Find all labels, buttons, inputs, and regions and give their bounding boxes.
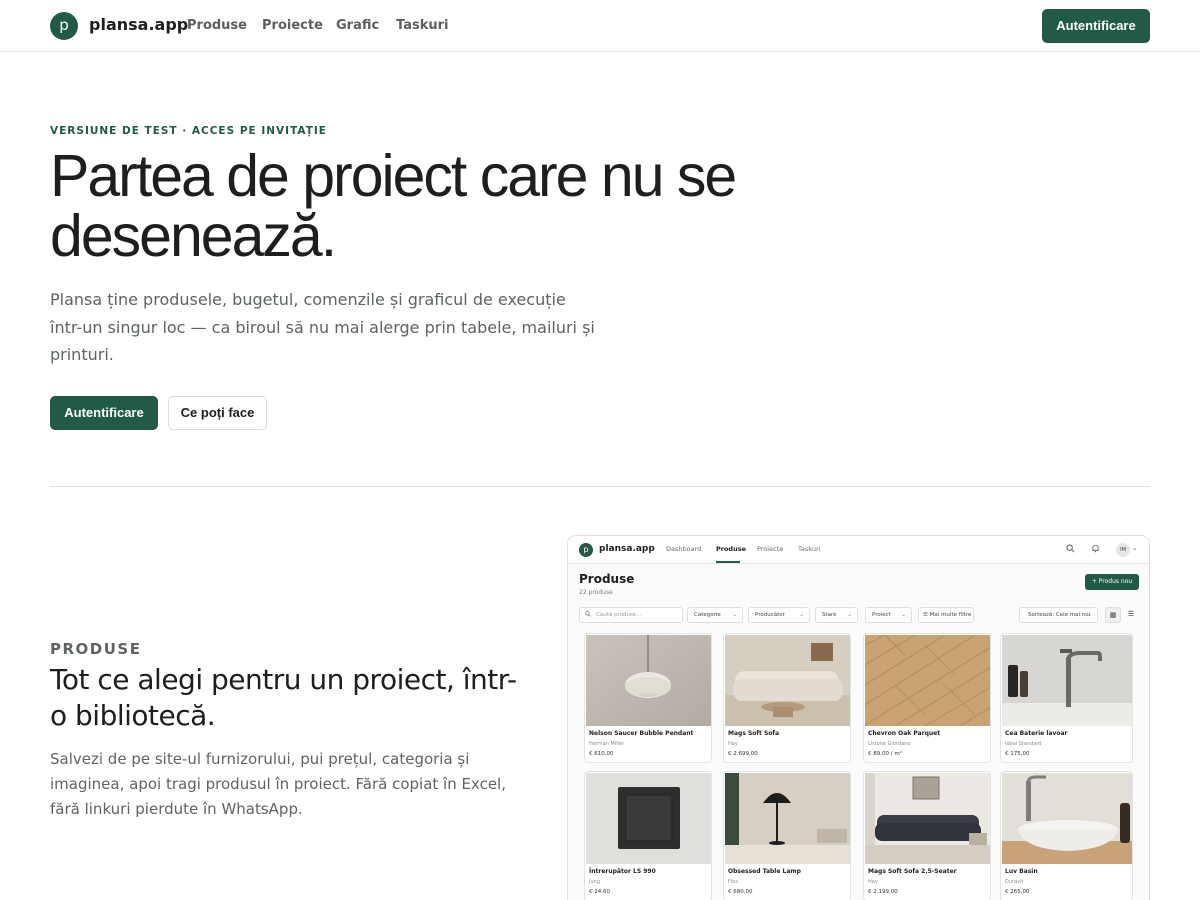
sort-label: Sortează: Cele mai noi [1028,612,1091,618]
chevron-down-icon: ⌄ [732,612,737,618]
chevron-down-icon: ⌄ [901,612,906,618]
mock-add-product-button: + Produs nou [1085,574,1139,590]
product-image [1002,635,1132,726]
mock-sort-select: Sortează: Cele mai noi ⌄ [1019,607,1098,623]
mock-active-tab-indicator [716,561,740,563]
product-price: € 24,60 [589,889,610,895]
filter-label: Stare [822,612,837,618]
mock-filter-categorie: Categorie ⌄ [687,607,743,623]
product-name: Cea Baterie lavoar [1005,730,1068,737]
product-brand: Jung [589,879,600,885]
mock-filter-producator: Producător ⌄ [748,607,810,623]
grid-view-icon: ▦ [1105,607,1121,623]
product-name: Mags Soft Sofa [728,730,780,737]
nav-login-button[interactable]: Autentificare [1042,9,1150,43]
filter-label: Mai multe filtre [929,612,972,618]
product-card: Nelson Saucer Bubble Pendant Herman Mill… [584,633,712,763]
mock-product-count: 22 produse [579,589,613,596]
mock-page-title: Produse [579,572,635,586]
nav-link-taskuri[interactable]: Taskuri [396,18,448,33]
avatar: IM [1116,543,1130,557]
product-price: € 265,00 [1005,889,1030,895]
nav-link-produse[interactable]: Produse [187,18,247,33]
mock-brand: plansa.app [599,544,655,554]
product-card: Întrerupător LS 990 Jung € 24,60 [584,771,712,900]
mock-nav: p plansa.app Dashboard Produse Proiecte … [568,536,1149,564]
hero-eyebrow: VERSIUNE DE TEST · ACCES PE INVITAȚIE [50,125,327,137]
list-view-icon: ☰ [1127,610,1135,618]
product-price: € 2.699,00 [728,751,758,757]
mock-filter-stare: Stare ⌄ [815,607,858,623]
chevron-down-icon: ⌄ [847,612,852,618]
product-price: € 89,00 / m² [868,751,902,757]
mock-more-filters: ☰ Mai multe filtre [918,607,974,623]
hero-login-button[interactable]: Autentificare [50,396,158,430]
product-image [1002,773,1132,864]
nav-link-grafic[interactable]: Grafic [336,18,379,33]
product-image [865,773,990,864]
mock-nav-dashboard: Dashboard [666,545,702,553]
product-image [725,635,850,726]
product-card: Mags Soft Sofa Hay € 2.699,00 [723,633,851,763]
product-name: Luv Basin [1005,868,1038,875]
product-brand: Listone Giordano [868,741,911,747]
feature-title: Tot ce alegi pentru un proiect, într-o b… [50,663,517,732]
section-divider [50,486,1150,487]
mock-nav-taskuri: Taskuri [798,545,821,553]
product-card: Mags Soft Sofa 2.5-Seater Hay € 2.199,00 [863,771,991,900]
product-brand: Ideal Standard [1005,741,1042,747]
filter-icon: ☰ [923,612,928,618]
chevron-down-icon: ⌄ [1087,612,1092,618]
product-brand: Hay [868,879,878,885]
product-image [586,773,711,864]
product-price: € 680,00 [728,889,753,895]
product-image [586,635,711,726]
product-brand: Flos [728,879,738,885]
filter-label: Producător [755,612,785,618]
chevron-down-icon: ⌄ [1132,544,1138,552]
product-name: Întrerupător LS 990 [589,868,656,875]
top-navigation: p plansa.app Produse Proiecte Grafic Tas… [0,0,1200,52]
product-name: Chevron Oak Parquet [868,730,941,737]
hero-description: Plansa ține produsele, bugetul, comenzil… [50,290,595,364]
mock-search-placeholder: Caută produse... [596,612,642,618]
product-brand: Duravit [1005,879,1024,885]
product-brand: Herman Miller [589,741,625,747]
hero-title: Partea de proiect care nu se desenează. [50,143,737,269]
features-button[interactable]: Ce poți face [168,396,267,430]
search-icon [1066,544,1075,556]
product-name: Obsessed Table Lamp [728,868,801,875]
nav-link-proiecte[interactable]: Proiecte [262,18,323,33]
product-card: Chevron Oak Parquet Listone Giordano € 8… [863,633,991,763]
brand-name[interactable]: plansa.app [89,15,188,34]
product-card: Cea Baterie lavoar Ideal Standard € 175,… [1000,633,1133,763]
mock-search-input: Caută produse... [579,607,683,623]
product-brand: Hay [728,741,738,747]
filter-label: Categorie [694,612,721,618]
feature-description: Salvezi de pe site-ul furnizorului, pui … [50,750,506,818]
product-image [725,773,850,864]
product-card: Obsessed Table Lamp Flos € 680,00 [723,771,851,900]
bell-icon [1091,544,1100,556]
mock-filter-proiect: Proiect ⌄ [865,607,912,623]
filter-label: Proiect [872,612,891,618]
search-icon [585,611,591,619]
product-card: Luv Basin Duravit € 265,00 [1000,771,1133,900]
chevron-down-icon: ⌄ [799,612,804,618]
product-price: € 2.199,00 [868,889,898,895]
product-name: Nelson Saucer Bubble Pendant [589,730,694,737]
app-screenshot: p plansa.app Dashboard Produse Proiecte … [567,535,1150,900]
mock-nav-proiecte: Proiecte [757,545,784,553]
product-image [865,635,990,726]
logo-icon[interactable]: p [50,12,78,40]
product-price: € 610,00 [589,751,614,757]
product-price: € 175,00 [1005,751,1030,757]
feature-eyebrow: PRODUSE [50,640,142,658]
mock-nav-produse: Produse [716,545,746,553]
product-name: Mags Soft Sofa 2.5-Seater [868,868,957,875]
mock-logo-icon: p [579,543,593,557]
